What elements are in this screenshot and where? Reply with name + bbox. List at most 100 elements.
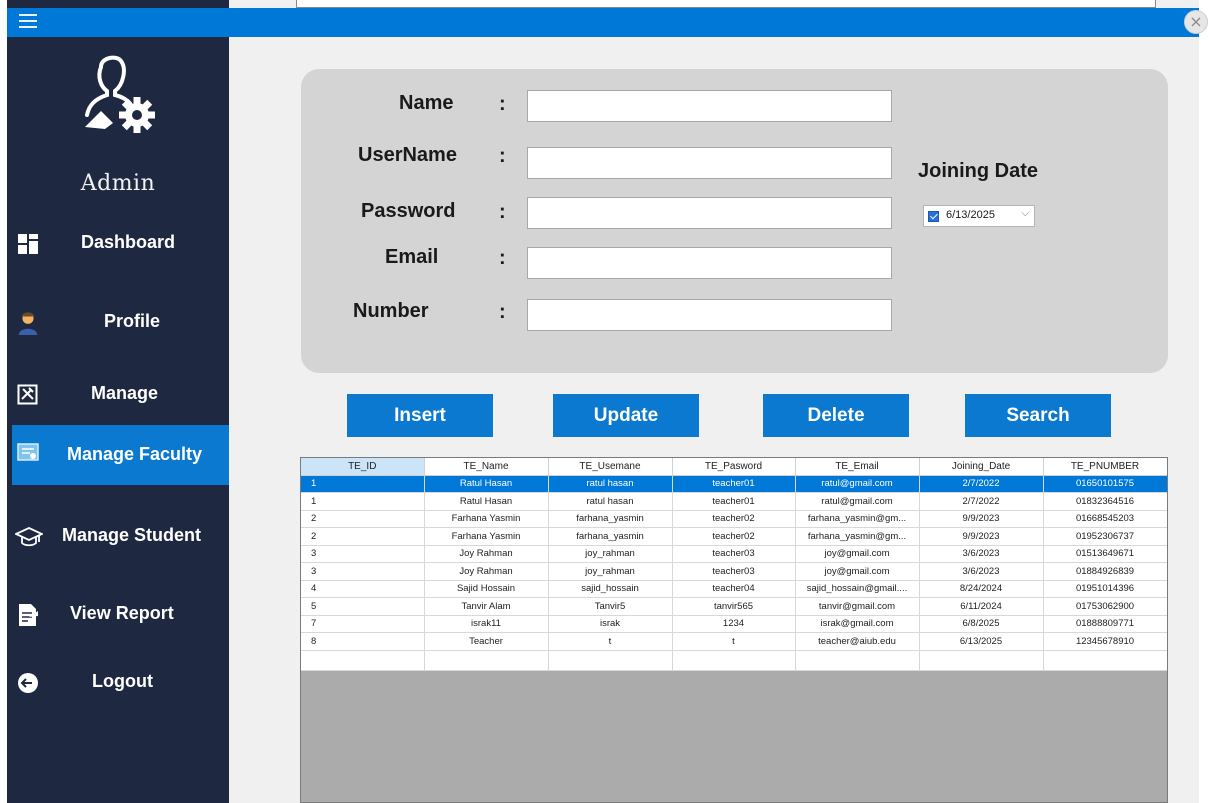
table-cell[interactable]: ratul hasan xyxy=(548,475,673,493)
sidebar-item-profile[interactable]: Profile xyxy=(7,299,229,347)
table-row[interactable]: 1 Ratul Hasan ratul hasan teacher01 ratul@gm… xyxy=(301,475,1167,493)
table-cell[interactable]: 8/24/2024 xyxy=(919,580,1044,598)
table-cell[interactable]: teacher03 xyxy=(672,562,796,581)
table-cell[interactable]: teacher@aiub.edu xyxy=(795,632,920,651)
table-cell[interactable]: tanvir565 xyxy=(672,597,796,616)
table-cell[interactable]: teacher03 xyxy=(672,545,796,563)
table-cell[interactable]: joy@gmail.com xyxy=(795,545,920,563)
table-cell[interactable]: 3 xyxy=(301,545,425,563)
table-cell[interactable]: teacher01 xyxy=(672,475,796,493)
table-cell[interactable]: israk@gmail.com xyxy=(795,615,920,633)
table-cell[interactable]: 5 xyxy=(301,597,425,616)
column-header[interactable]: TE_Pasword xyxy=(672,458,796,476)
table-row[interactable]: 2 Farhana Yasmin farhana_yasmin teacher02 fa… xyxy=(301,527,1167,546)
password-input[interactable] xyxy=(527,197,892,229)
table-cell[interactable]: t xyxy=(548,632,673,651)
email-input[interactable] xyxy=(527,247,892,279)
table-cell[interactable]: 8 xyxy=(301,632,425,651)
table-cell[interactable]: Joy Rahman xyxy=(424,545,549,563)
table-cell[interactable]: 01884926839 xyxy=(1043,562,1167,581)
table-cell[interactable]: Joy Rahman xyxy=(424,562,549,581)
table-cell[interactable] xyxy=(672,650,796,671)
table-cell[interactable]: 1234 xyxy=(672,615,796,633)
table-cell[interactable] xyxy=(548,650,673,671)
table-cell[interactable]: 2 xyxy=(301,510,425,528)
table-cell[interactable]: 6/11/2024 xyxy=(919,597,1044,616)
table-row[interactable]: 4 Sajid Hossain sajid_hossain teacher04 saji… xyxy=(301,580,1167,598)
table-cell[interactable]: 6/13/2025 xyxy=(919,632,1044,651)
faculty-data-grid[interactable]: TE_ID TE_Name TE_Usemane TE_Pasword TE_E… xyxy=(300,457,1168,803)
table-cell[interactable]: Farhana Yasmin xyxy=(424,527,549,546)
table-cell[interactable]: 3 xyxy=(301,562,425,581)
update-button[interactable]: Update xyxy=(553,394,699,437)
table-cell[interactable]: 7 xyxy=(301,615,425,633)
table-cell[interactable]: israk11 xyxy=(424,615,549,633)
table-cell[interactable]: 01668545203 xyxy=(1043,510,1167,528)
username-input[interactable] xyxy=(527,147,892,179)
table-cell[interactable] xyxy=(919,650,1044,671)
table-cell[interactable]: 01650101575 xyxy=(1043,475,1167,493)
sidebar-item-manage-student[interactable]: Manage Student xyxy=(7,513,229,561)
table-cell[interactable]: teacher01 xyxy=(672,492,796,511)
column-header[interactable]: Joining_Date xyxy=(919,458,1044,476)
table-cell[interactable]: sajid_hossain xyxy=(548,580,673,598)
table-cell[interactable]: t xyxy=(672,632,796,651)
table-cell[interactable]: farhana_yasmin@gm... xyxy=(795,527,920,546)
table-cell[interactable]: ratul@gmail.com xyxy=(795,475,920,493)
table-cell[interactable]: 4 xyxy=(301,580,425,598)
column-header[interactable]: TE_PNUMBER xyxy=(1043,458,1167,476)
delete-button[interactable]: Delete xyxy=(763,394,909,437)
table-cell[interactable]: ratul@gmail.com xyxy=(795,492,920,511)
name-input[interactable] xyxy=(527,90,892,122)
hamburger-menu-icon[interactable] xyxy=(19,14,37,30)
table-cell[interactable]: 01753062900 xyxy=(1043,597,1167,616)
insert-button[interactable]: Insert xyxy=(347,394,493,437)
table-cell[interactable]: joy_rahman xyxy=(548,545,673,563)
sidebar-item-logout[interactable]: Logout xyxy=(7,659,229,707)
table-cell[interactable]: joy_rahman xyxy=(548,562,673,581)
new-row[interactable] xyxy=(301,650,1167,671)
table-cell[interactable]: teacher02 xyxy=(672,510,796,528)
table-cell[interactable]: Sajid Hossain xyxy=(424,580,549,598)
table-cell[interactable] xyxy=(1043,650,1167,671)
table-cell[interactable]: 01952306737 xyxy=(1043,527,1167,546)
sidebar-item-manage[interactable]: Manage xyxy=(7,371,229,419)
column-header[interactable]: TE_Name xyxy=(424,458,549,476)
table-cell[interactable]: 1 xyxy=(301,492,425,511)
table-cell[interactable]: Ratul Hasan xyxy=(424,492,549,511)
sidebar-item-manage-faculty[interactable]: Manage Faculty xyxy=(12,425,229,485)
table-cell[interactable]: 12345678910 xyxy=(1043,632,1167,651)
table-cell[interactable] xyxy=(795,650,920,671)
sidebar-item-view-report[interactable]: View Report xyxy=(7,591,229,639)
table-row[interactable]: 3 Joy Rahman joy_rahman teacher03 joy@gmail.… xyxy=(301,562,1167,581)
number-input[interactable] xyxy=(527,299,892,331)
table-cell[interactable]: 1 xyxy=(301,475,425,493)
table-cell[interactable]: farhana_yasmin xyxy=(548,510,673,528)
sidebar-item-dashboard[interactable]: Dashboard xyxy=(7,220,229,268)
close-icon[interactable]: × xyxy=(1184,10,1208,34)
table-cell[interactable] xyxy=(424,650,549,671)
table-row[interactable]: 5 Tanvir Alam Tanvir5 tanvir565 tanvir@gmail… xyxy=(301,597,1167,616)
table-row[interactable]: 3 Joy Rahman joy_rahman teacher03 joy@gmail.… xyxy=(301,545,1167,563)
table-row[interactable]: 7 israk11 israk 1234 israk@gmail.com 6/8/2025… xyxy=(301,615,1167,633)
table-cell[interactable]: teacher04 xyxy=(672,580,796,598)
chevron-down-icon[interactable]: ⌵ xyxy=(1021,208,1029,219)
table-cell[interactable]: 2/7/2022 xyxy=(919,492,1044,511)
table-cell[interactable]: tanvir@gmail.com xyxy=(795,597,920,616)
table-cell[interactable]: 01951014396 xyxy=(1043,580,1167,598)
table-cell[interactable] xyxy=(301,650,425,671)
table-cell[interactable]: 01832364516 xyxy=(1043,492,1167,511)
table-cell[interactable]: israk xyxy=(548,615,673,633)
table-cell[interactable]: joy@gmail.com xyxy=(795,562,920,581)
table-cell[interactable]: 2/7/2022 xyxy=(919,475,1044,493)
table-cell[interactable]: 6/8/2025 xyxy=(919,615,1044,633)
table-cell[interactable]: farhana_yasmin@gm... xyxy=(795,510,920,528)
table-cell[interactable]: Ratul Hasan xyxy=(424,475,549,493)
table-cell[interactable]: Farhana Yasmin xyxy=(424,510,549,528)
table-cell[interactable]: Teacher xyxy=(424,632,549,651)
table-row[interactable]: 2 Farhana Yasmin farhana_yasmin teacher02 fa… xyxy=(301,510,1167,528)
table-cell[interactable]: 01888809771 xyxy=(1043,615,1167,633)
table-cell[interactable]: 3/6/2023 xyxy=(919,545,1044,563)
search-button[interactable]: Search xyxy=(965,394,1111,437)
table-cell[interactable]: 2 xyxy=(301,527,425,546)
